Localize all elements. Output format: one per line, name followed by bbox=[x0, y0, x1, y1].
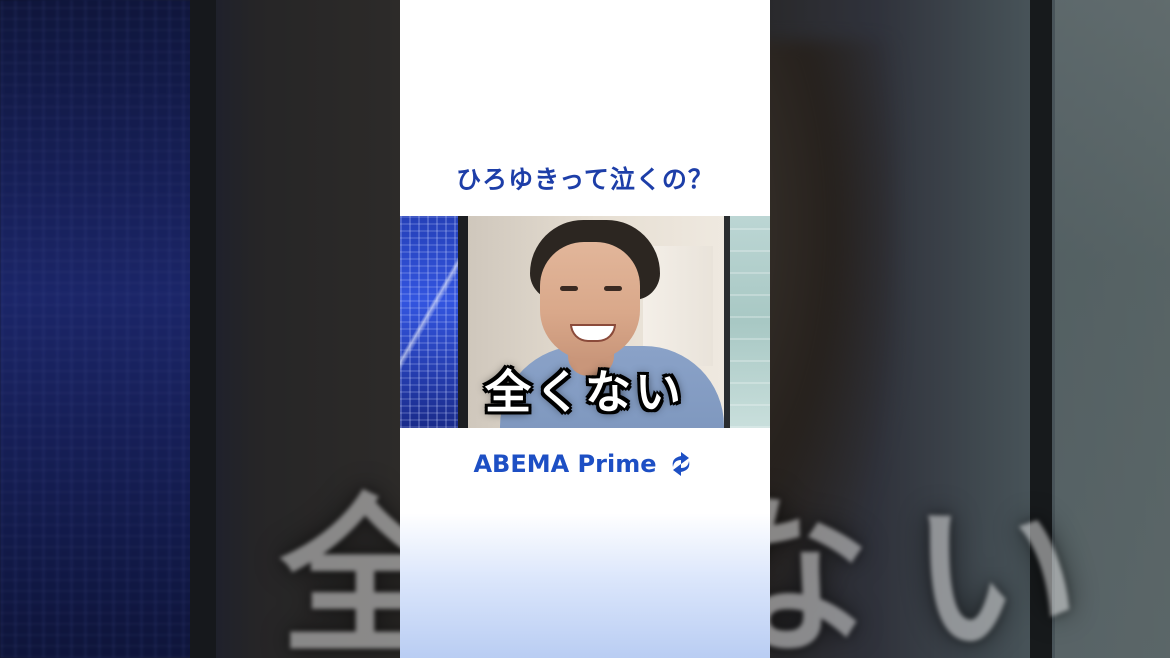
brand-name: ABEMA Prime bbox=[473, 450, 657, 478]
person-face bbox=[540, 242, 640, 360]
video-panel[interactable]: ひろゆきって泣くの？ 全くない ABEMA Prime bbox=[400, 0, 770, 658]
refresh-loop-icon bbox=[672, 452, 689, 476]
subtitle-caption: 全くない bbox=[485, 365, 685, 419]
video-frame[interactable]: 全くない bbox=[400, 216, 770, 428]
person-eye-left bbox=[560, 286, 578, 291]
video-title: ひろゆきって泣くの？ bbox=[456, 165, 714, 194]
brand-logo: ABEMA Prime bbox=[400, 448, 770, 480]
person-eye-right bbox=[604, 286, 622, 291]
